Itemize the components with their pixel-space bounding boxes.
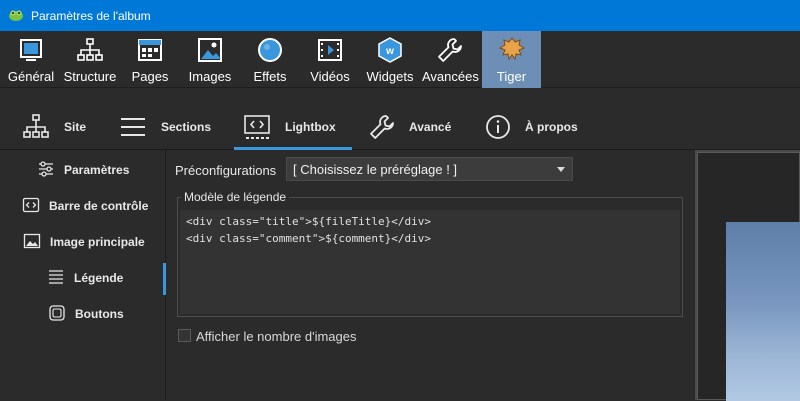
chevron-down-icon [557, 167, 565, 172]
main-toolbar: Général Structure Pages Images Effets Vi… [0, 31, 800, 88]
toolbar-item-widgets[interactable]: w Widgets [362, 31, 418, 88]
title-bar: Paramètres de l'album [0, 0, 800, 31]
text-lines-icon [49, 270, 63, 284]
sitemap-icon [77, 38, 103, 61]
button-square-icon [49, 305, 65, 321]
toolbar-item-effects[interactable]: Effets [242, 31, 298, 88]
toolbar-item-pages[interactable]: Pages [122, 31, 178, 88]
tab-label: Site [64, 120, 87, 134]
toolbar-item-structure[interactable]: Structure [62, 31, 118, 88]
preview-pane [695, 150, 800, 401]
show-image-count-label: Afficher le nombre d'images [196, 329, 357, 344]
code-box-icon [22, 197, 40, 213]
toolbar-item-tiger[interactable]: Tiger [482, 31, 541, 88]
pages-icon [138, 39, 162, 61]
tab-lightbox[interactable]: Lightbox [234, 88, 352, 150]
caption-template-group: Modèle de légende <div class="title">${f… [177, 190, 683, 317]
app-icon [9, 10, 23, 21]
toolbar-item-label: Structure [63, 69, 117, 84]
tab-sections[interactable]: Sections [116, 88, 224, 150]
tab-avance[interactable]: Avancé [364, 88, 464, 150]
toolbar-item-label: Widgets [366, 69, 414, 84]
tab-site[interactable]: Site [18, 88, 98, 150]
lightbox-code-icon [244, 115, 270, 139]
toolbar-item-advanced[interactable]: Avancées [422, 31, 479, 88]
tab-a-propos[interactable]: À propos [482, 88, 592, 150]
toolbar-item-label: Vidéos [310, 69, 350, 84]
show-image-count-checkbox[interactable] [178, 329, 191, 342]
toolbar-item-label: Tiger [496, 69, 527, 84]
sidebar-item-label: Légende [74, 271, 124, 285]
film-icon [318, 39, 342, 61]
sidebar: Paramètres Barre de contrôle Image princ… [0, 150, 166, 400]
sidebar-item-parametres[interactable]: Paramètres [0, 151, 166, 187]
toolbar-item-label: Pages [131, 69, 169, 84]
toolbar-item-label: Effets [253, 69, 287, 84]
sidebar-item-label: Paramètres [64, 163, 130, 177]
sidebar-item-barre-de-controle[interactable]: Barre de contrôle [0, 187, 166, 223]
code-line: <div class="comment">${comment}</div> [186, 232, 432, 245]
sidebar-item-image-principale[interactable]: Image principale [0, 223, 166, 259]
tab-label: À propos [525, 120, 578, 134]
caption-template-editor[interactable]: <div class="title">${fileTitle}</div> <d… [180, 210, 680, 314]
window-title: Paramètres de l'album [31, 9, 151, 23]
effects-icon [258, 38, 282, 62]
tab-label: Lightbox [285, 120, 336, 134]
sitemap-icon [23, 114, 49, 138]
presets-selected-value: [ Choisissez le préréglage ! ] [293, 162, 458, 177]
toolbar-item-general[interactable]: Général [4, 31, 58, 88]
image-icon [23, 233, 41, 249]
wrench-icon [438, 38, 462, 62]
sidebar-item-label: Barre de contrôle [49, 199, 149, 213]
tab-label: Avancé [409, 120, 452, 134]
tiger-skin-icon [498, 37, 525, 61]
monitor-icon [20, 39, 42, 61]
image-icon [198, 38, 222, 62]
tab-bar: Site Sections Lightbox Avancé À propos [0, 88, 800, 150]
code-line: <div class="title">${fileTitle}</div> [186, 215, 432, 228]
presets-label: Préconfigurations [175, 163, 277, 178]
widget-hexagon-icon: w [378, 37, 402, 63]
presets-dropdown[interactable]: [ Choisissez le préréglage ! ] [286, 157, 573, 181]
sliders-icon [39, 161, 53, 177]
wrench-icon [370, 115, 394, 139]
toolbar-item-images[interactable]: Images [182, 31, 238, 88]
sidebar-item-boutons[interactable]: Boutons [0, 295, 166, 331]
sidebar-item-label: Boutons [75, 307, 124, 321]
caption-template-label: Modèle de légende [181, 190, 290, 204]
sidebar-item-label: Image principale [50, 235, 145, 249]
svg-text:w: w [385, 46, 394, 57]
menu-lines-icon [121, 118, 145, 136]
toolbar-item-label: Général [7, 69, 55, 84]
toolbar-item-label: Avancées [422, 69, 479, 84]
preview-image [726, 222, 800, 401]
sidebar-item-legende[interactable]: Légende [0, 259, 166, 295]
toolbar-item-label: Images [188, 69, 232, 84]
info-icon [486, 115, 510, 139]
toolbar-item-videos[interactable]: Vidéos [302, 31, 358, 88]
tab-label: Sections [161, 120, 212, 134]
settings-panel: Préconfigurations [ Choisissez le prérég… [166, 150, 695, 400]
preview-frame [697, 152, 800, 401]
